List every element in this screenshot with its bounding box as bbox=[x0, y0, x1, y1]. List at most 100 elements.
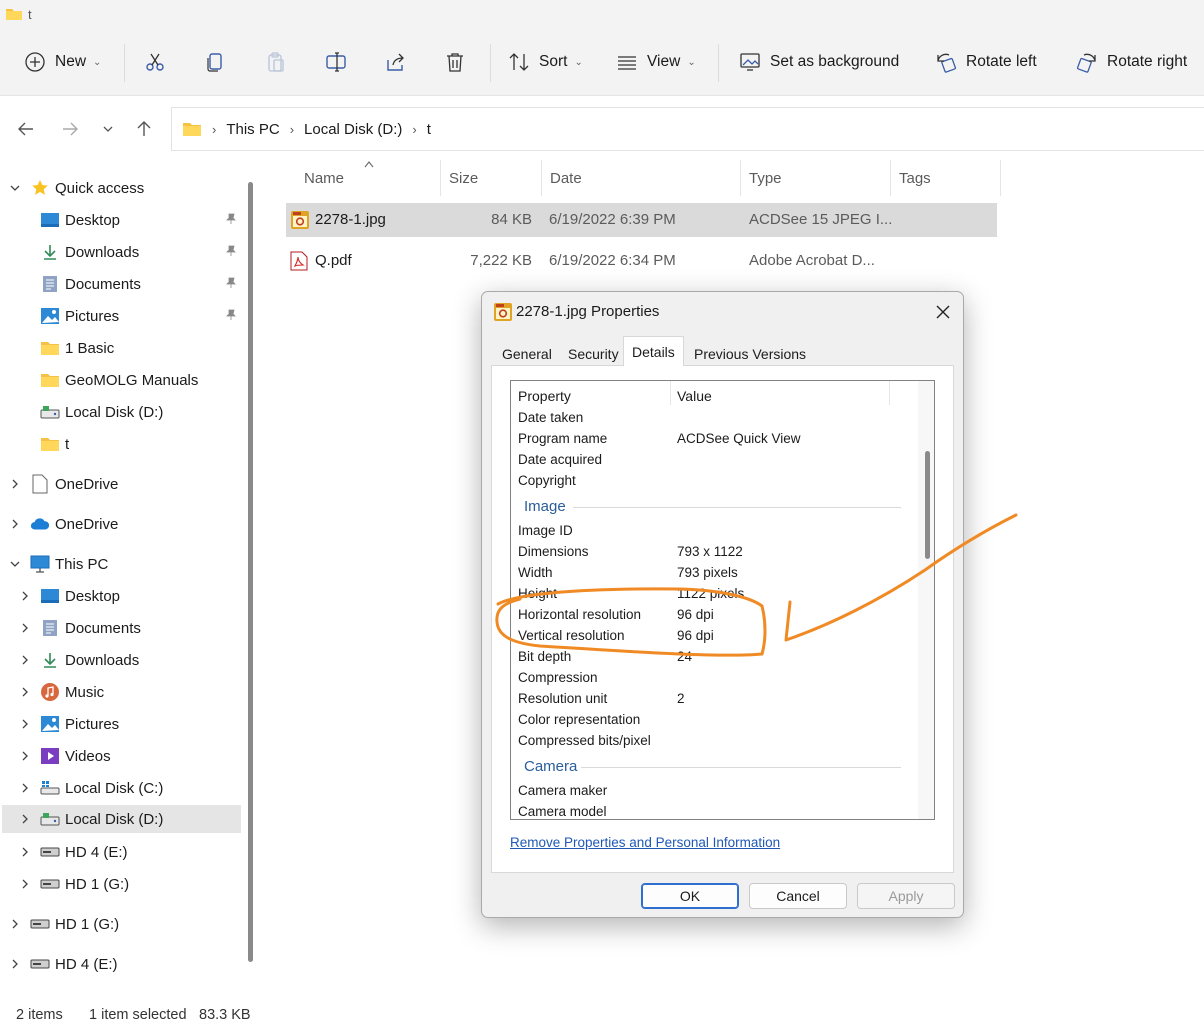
column-divider[interactable] bbox=[440, 160, 441, 196]
rename-icon bbox=[325, 51, 347, 73]
recent-locations-button[interactable] bbox=[96, 118, 120, 140]
hard-drive-icon bbox=[30, 914, 50, 934]
tab-general[interactable]: General bbox=[494, 339, 560, 365]
copy-button[interactable] bbox=[202, 49, 228, 75]
property-value[interactable]: 793 pixels bbox=[677, 565, 738, 580]
cut-button[interactable] bbox=[142, 49, 168, 75]
pin-icon[interactable] bbox=[225, 245, 237, 257]
forward-button[interactable] bbox=[58, 118, 82, 140]
rotate-right-button[interactable]: Rotate right bbox=[1076, 44, 1187, 80]
breadcrumb-this-pc[interactable]: This PC bbox=[226, 121, 279, 138]
sidebar-pc-hd4-e[interactable]: HD 4 (E:) bbox=[2, 837, 241, 867]
column-header-property[interactable]: Property bbox=[518, 388, 571, 404]
column-header-name[interactable]: Name bbox=[304, 170, 344, 187]
share-button[interactable] bbox=[383, 49, 409, 75]
back-button[interactable] bbox=[14, 118, 38, 140]
column-divider[interactable] bbox=[740, 160, 741, 196]
rename-button[interactable] bbox=[323, 49, 349, 75]
sidebar-item-desktop[interactable]: Desktop bbox=[2, 205, 241, 235]
close-button[interactable] bbox=[930, 300, 956, 324]
table-row[interactable]: Q.pdf 7,222 KB 6/19/2022 6:34 PM Adobe A… bbox=[286, 244, 997, 278]
table-row[interactable]: 2278-1.jpg 84 KB 6/19/2022 6:39 PM ACDSe… bbox=[286, 203, 997, 237]
sidebar-quick-access[interactable]: Quick access bbox=[2, 173, 241, 203]
file-name: Q.pdf bbox=[315, 252, 352, 269]
properties-list[interactable]: Property Value Date taken Program name A… bbox=[510, 380, 935, 820]
sidebar-item-1-basic[interactable]: 1 Basic bbox=[2, 333, 241, 363]
column-header-tags[interactable]: Tags bbox=[899, 170, 931, 187]
folder-icon bbox=[5, 7, 23, 21]
pin-icon[interactable] bbox=[225, 277, 237, 289]
column-header-type[interactable]: Type bbox=[749, 170, 782, 187]
tab-previous-versions[interactable]: Previous Versions bbox=[686, 339, 814, 365]
address-bar[interactable]: › This PC › Local Disk (D:) › t bbox=[171, 107, 1204, 151]
document-icon bbox=[40, 274, 60, 294]
sidebar-hd4-e[interactable]: HD 4 (E:) bbox=[2, 949, 241, 979]
property-value[interactable]: 2 bbox=[677, 691, 685, 706]
column-divider[interactable] bbox=[541, 160, 542, 196]
breadcrumb-local-disk-d[interactable]: Local Disk (D:) bbox=[304, 121, 402, 138]
property-value[interactable]: 96 dpi bbox=[677, 607, 714, 622]
property-value[interactable]: 24 bbox=[677, 649, 692, 664]
tab-details[interactable]: Details bbox=[623, 336, 684, 366]
pin-icon[interactable] bbox=[225, 309, 237, 321]
sidebar-pc-videos[interactable]: Videos bbox=[2, 741, 241, 771]
up-button[interactable] bbox=[132, 118, 156, 140]
sort-button[interactable]: Sort ⌄ bbox=[508, 44, 583, 80]
property-value[interactable]: 96 dpi bbox=[677, 628, 714, 643]
sidebar-pc-documents[interactable]: Documents bbox=[2, 613, 241, 643]
sidebar-item-documents[interactable]: Documents bbox=[2, 269, 241, 299]
view-button[interactable]: View ⌄ bbox=[616, 44, 696, 80]
sidebar-item-pictures[interactable]: Pictures bbox=[2, 301, 241, 331]
set-as-background-button[interactable]: Set as background bbox=[739, 44, 899, 80]
sidebar-scrollbar[interactable] bbox=[248, 182, 253, 962]
tab-security[interactable]: Security bbox=[560, 339, 627, 365]
sidebar-pc-local-disk-c[interactable]: Local Disk (C:) bbox=[2, 773, 241, 803]
scrollbar-thumb[interactable] bbox=[925, 451, 930, 559]
rotate-left-button[interactable]: Rotate left bbox=[935, 44, 1037, 80]
delete-button[interactable] bbox=[442, 49, 468, 75]
column-header-value[interactable]: Value bbox=[677, 388, 712, 404]
paste-button[interactable] bbox=[263, 49, 289, 75]
property-value[interactable]: ACDSee Quick View bbox=[677, 431, 801, 446]
sidebar-item-local-disk-d[interactable]: Local Disk (D:) bbox=[2, 397, 241, 427]
cancel-button[interactable]: Cancel bbox=[749, 883, 847, 909]
sidebar-item-downloads[interactable]: Downloads bbox=[2, 237, 241, 267]
property-value[interactable]: 1122 pixels bbox=[677, 586, 744, 601]
remove-properties-link[interactable]: Remove Properties and Personal Informati… bbox=[510, 835, 780, 850]
property-name: Vertical resolution bbox=[518, 628, 625, 643]
sidebar-onedrive-personal[interactable]: OneDrive bbox=[2, 469, 241, 499]
breadcrumb-t[interactable]: t bbox=[427, 121, 431, 138]
sidebar-this-pc[interactable]: This PC bbox=[2, 549, 241, 579]
properties-scrollbar[interactable] bbox=[918, 381, 934, 819]
close-icon bbox=[936, 305, 950, 319]
arrow-left-icon bbox=[17, 120, 35, 138]
new-button[interactable]: New ⌄ bbox=[24, 44, 101, 80]
sidebar-pc-music[interactable]: Music bbox=[2, 677, 241, 707]
sidebar-pc-downloads[interactable]: Downloads bbox=[2, 645, 241, 675]
chevron-down-icon bbox=[8, 181, 22, 195]
sidebar-onedrive[interactable]: OneDrive bbox=[2, 509, 241, 539]
apply-button[interactable]: Apply bbox=[857, 883, 955, 909]
sidebar-hd1-g[interactable]: HD 1 (G:) bbox=[2, 909, 241, 939]
chevron-right-icon bbox=[18, 877, 32, 891]
sidebar-item-t[interactable]: t bbox=[2, 429, 241, 459]
sidebar-pc-desktop[interactable]: Desktop bbox=[2, 581, 241, 611]
chevron-right-icon bbox=[18, 749, 32, 763]
column-header-date[interactable]: Date bbox=[550, 170, 582, 187]
column-divider[interactable] bbox=[670, 381, 671, 405]
divider bbox=[124, 44, 125, 82]
column-divider[interactable] bbox=[889, 381, 890, 405]
sidebar-item-geomolg-manuals[interactable]: GeoMOLG Manuals bbox=[2, 365, 241, 395]
column-divider[interactable] bbox=[890, 160, 891, 196]
sidebar-pc-pictures[interactable]: Pictures bbox=[2, 709, 241, 739]
chevron-down-icon: ⌄ bbox=[687, 56, 696, 68]
sidebar-pc-hd1-g[interactable]: HD 1 (G:) bbox=[2, 869, 241, 899]
pin-icon[interactable] bbox=[225, 213, 237, 225]
property-value[interactable]: 793 x 1122 bbox=[677, 544, 743, 559]
column-header-size[interactable]: Size bbox=[449, 170, 478, 187]
sidebar-pc-local-disk-d[interactable]: Local Disk (D:) bbox=[2, 805, 241, 833]
desktop-icon bbox=[40, 210, 60, 230]
arrow-up-icon bbox=[135, 120, 153, 138]
column-divider[interactable] bbox=[1000, 160, 1001, 196]
ok-button[interactable]: OK bbox=[641, 883, 739, 909]
